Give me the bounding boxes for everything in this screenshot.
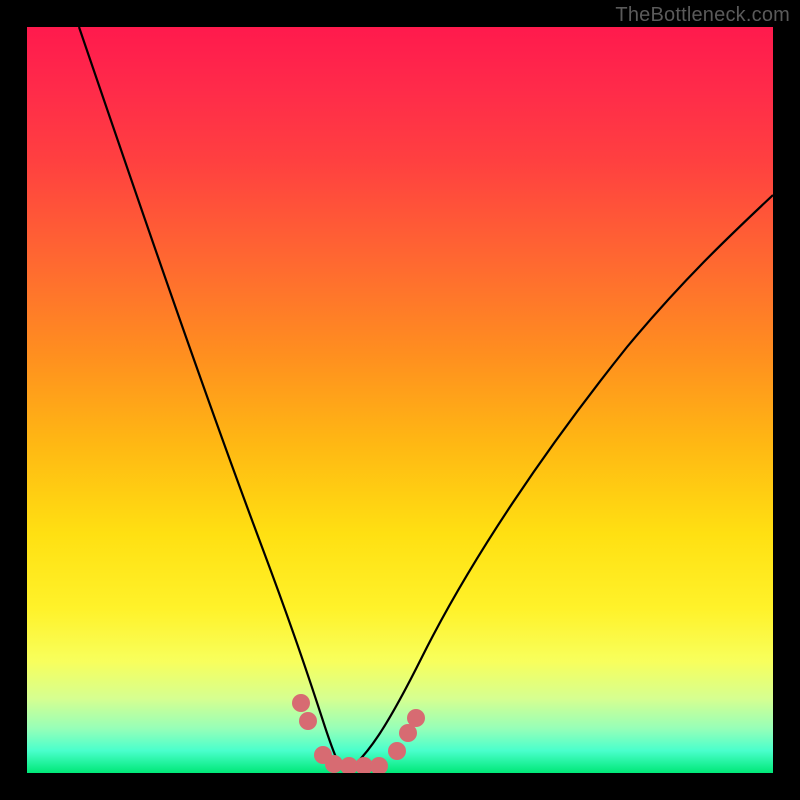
watermark-text: TheBottleneck.com [615,4,790,27]
marker-dot [370,757,388,773]
curve-group [79,27,773,773]
chart-svg [27,27,773,773]
marker-dot [388,742,406,760]
outer-frame: TheBottleneck.com [0,0,800,800]
marker-dot [292,694,310,712]
right-curve [345,195,773,773]
marker-group [292,694,425,773]
left-curve [79,27,345,773]
marker-dot [299,712,317,730]
marker-dot [407,709,425,727]
